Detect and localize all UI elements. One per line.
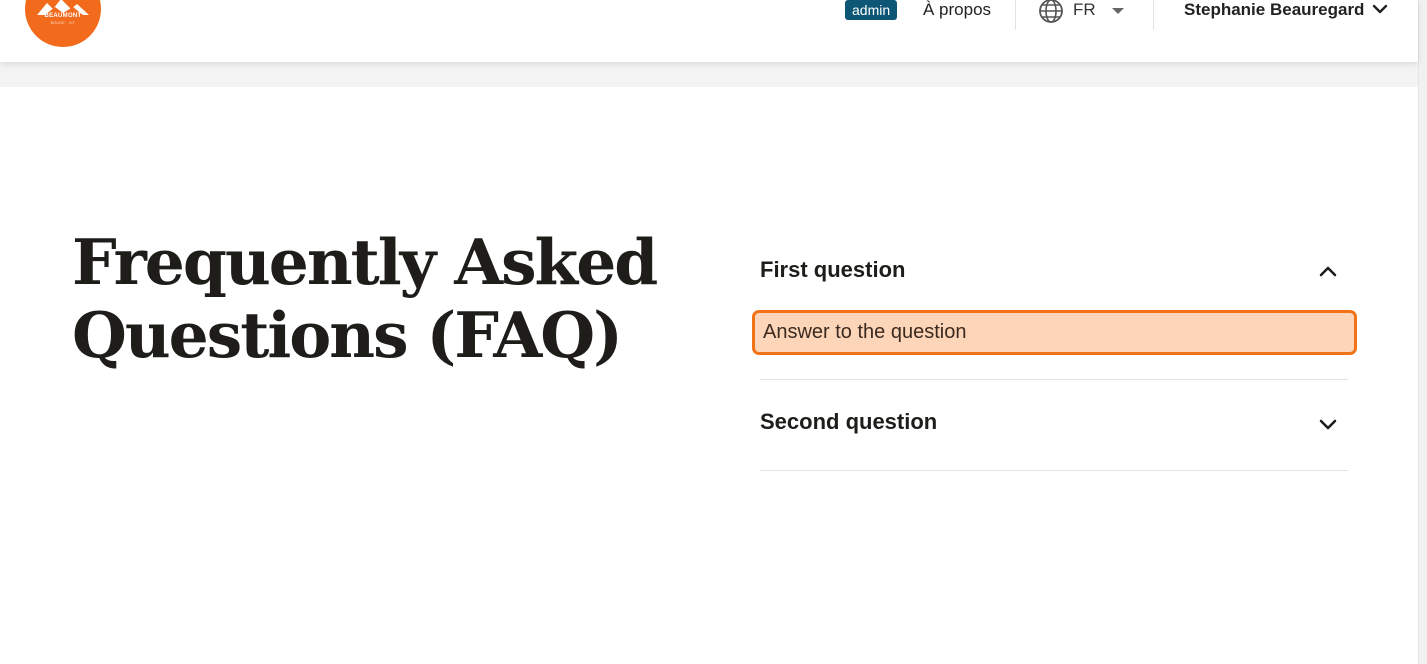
page-title-line-2: Questions (FAQ) bbox=[72, 298, 623, 372]
page-title: Frequently Asked Questions (FAQ) bbox=[72, 226, 692, 372]
language-selector[interactable]: FR bbox=[1073, 0, 1096, 20]
site-header: BEAUMONT BOUGE · VIT admin À propos FR S… bbox=[0, 0, 1418, 62]
user-menu-name[interactable]: Stephanie Beauregard bbox=[1184, 0, 1364, 20]
chevron-down-icon[interactable] bbox=[1372, 3, 1388, 15]
admin-badge[interactable]: admin bbox=[845, 0, 898, 20]
header-divider bbox=[1015, 0, 1016, 30]
faq-question-text: Second question bbox=[760, 409, 938, 434]
header-shadow-band bbox=[0, 62, 1418, 87]
globe-icon[interactable] bbox=[1038, 0, 1064, 24]
logo-name: BEAUMONT bbox=[44, 13, 82, 19]
faq-divider bbox=[760, 470, 1348, 471]
beaumont-logo[interactable]: BEAUMONT BOUGE · VIT bbox=[25, 0, 101, 47]
faq-accordion: First question Answer to the question Se… bbox=[752, 240, 1357, 471]
header-divider bbox=[1153, 0, 1154, 30]
chevron-down-icon[interactable] bbox=[1318, 417, 1338, 431]
faq-item: Second question bbox=[760, 240, 1348, 434]
logo-tagline: BOUGE · VIT bbox=[50, 21, 76, 25]
caret-down-icon[interactable] bbox=[1112, 8, 1124, 14]
about-link[interactable]: À propos bbox=[923, 0, 991, 20]
faq-question-toggle[interactable]: Second question bbox=[760, 240, 1348, 434]
scrollbar[interactable] bbox=[1418, 0, 1427, 664]
page-title-line-1: Frequently Asked bbox=[72, 225, 658, 299]
